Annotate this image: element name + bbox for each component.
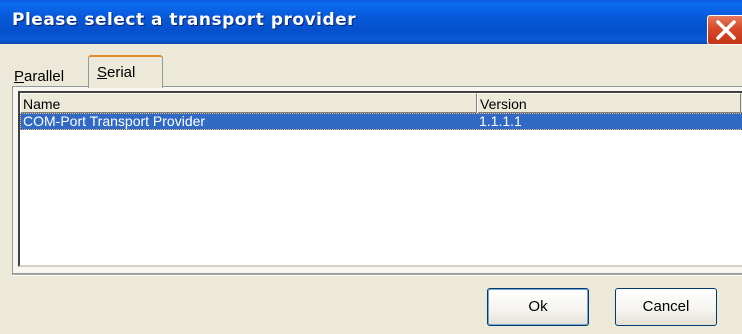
column-header-name[interactable]: Name xyxy=(20,93,477,113)
column-header-version[interactable]: Version xyxy=(477,93,741,113)
ok-button[interactable]: Ok xyxy=(487,288,589,326)
provider-list[interactable]: Name Version COM-Port Transport Provider… xyxy=(18,91,742,267)
window-title: Please select a transport provider xyxy=(12,10,357,30)
title-bar[interactable]: Please select a transport provider xyxy=(0,0,742,45)
separator xyxy=(12,274,742,276)
close-button[interactable] xyxy=(707,15,742,45)
list-item[interactable]: COM-Port Transport Provider 1.1.1.1 xyxy=(20,113,742,130)
dialog-window: Please select a transport provider Paral… xyxy=(0,0,742,334)
tab-strip: Parallel Serial xyxy=(0,54,742,88)
tab-panel: Name Version COM-Port Transport Provider… xyxy=(12,86,742,274)
list-header: Name Version xyxy=(20,93,742,113)
tab-serial[interactable]: Serial xyxy=(88,55,163,88)
cell-name: COM-Port Transport Provider xyxy=(23,113,206,129)
tab-serial-label: Serial xyxy=(97,64,136,81)
close-icon xyxy=(716,20,736,40)
cell-version: 1.1.1.1 xyxy=(479,113,522,129)
cancel-button[interactable]: Cancel xyxy=(615,288,717,326)
tab-parallel-label: Parallel xyxy=(14,68,65,85)
